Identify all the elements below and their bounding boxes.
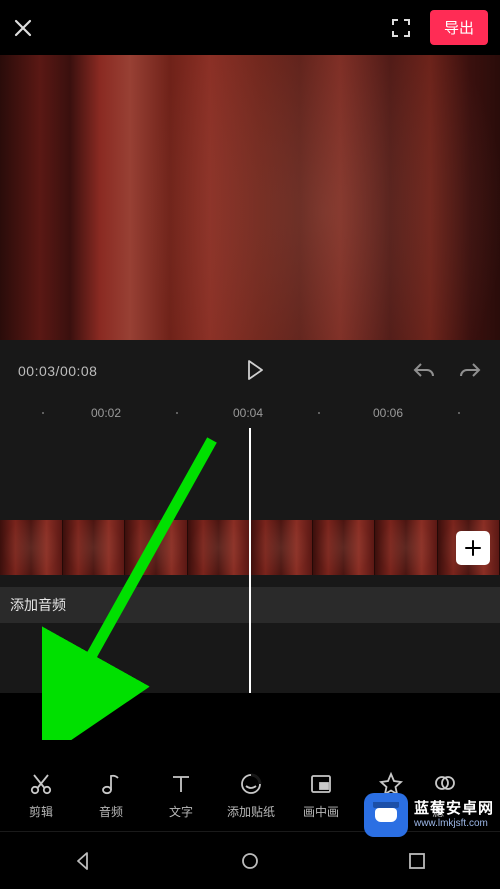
tool-edit[interactable]: 剪辑 <box>6 759 76 831</box>
system-nav-bar <box>0 831 500 889</box>
nav-back-icon[interactable] <box>71 849 95 873</box>
timeline-ruler[interactable]: 00:02 00:04 00:06 <box>0 402 500 428</box>
playhead[interactable] <box>249 428 251 693</box>
star-icon <box>378 771 404 797</box>
undo-icon[interactable] <box>412 360 436 383</box>
music-note-icon <box>98 771 124 797</box>
scissors-icon <box>28 771 54 797</box>
tool-sticker[interactable]: 添加贴纸 <box>216 759 286 831</box>
tool-text[interactable]: 文字 <box>146 759 216 831</box>
timeline[interactable]: 添加音频 <box>0 428 500 693</box>
tool-audio[interactable]: 音频 <box>76 759 146 831</box>
tool-effects[interactable]: 特效 <box>356 759 426 831</box>
add-audio-label: 添加音频 <box>10 595 66 615</box>
tool-label: 文字 <box>169 803 193 820</box>
top-bar: 导出 <box>0 0 500 55</box>
nav-recent-icon[interactable] <box>405 849 429 873</box>
fullscreen-icon[interactable] <box>390 17 412 39</box>
tool-label: 音频 <box>99 803 123 820</box>
ruler-mark: 00:02 <box>91 406 121 420</box>
tool-label: 剪辑 <box>29 803 53 820</box>
add-clip-button[interactable] <box>456 531 490 565</box>
tool-filter[interactable]: 滤 <box>426 759 456 831</box>
time-current: 00:03 <box>18 363 56 379</box>
tool-label: 添加贴纸 <box>227 803 275 820</box>
close-icon[interactable] <box>12 17 34 39</box>
pip-icon <box>308 771 334 797</box>
redo-icon[interactable] <box>458 360 482 383</box>
ruler-mark: 00:06 <box>373 406 403 420</box>
tool-pip[interactable]: 画中画 <box>286 759 356 831</box>
time-total: 00:08 <box>60 363 98 379</box>
nav-home-icon[interactable] <box>238 849 262 873</box>
ruler-mark: 00:04 <box>233 406 263 420</box>
tool-label: 特效 <box>379 803 403 820</box>
play-icon[interactable] <box>245 359 265 384</box>
tool-label: 滤 <box>432 803 444 820</box>
bottom-toolbar: 剪辑 音频 文字 添加贴纸 <box>0 759 500 831</box>
export-button[interactable]: 导出 <box>430 10 488 45</box>
sticker-icon <box>238 771 264 797</box>
playback-bar: 00:03/00:08 <box>0 340 500 402</box>
text-icon <box>168 771 194 797</box>
filter-icon <box>432 771 456 797</box>
tool-label: 画中画 <box>303 803 339 820</box>
timecode: 00:03/00:08 <box>18 363 97 379</box>
video-preview[interactable] <box>0 55 500 340</box>
